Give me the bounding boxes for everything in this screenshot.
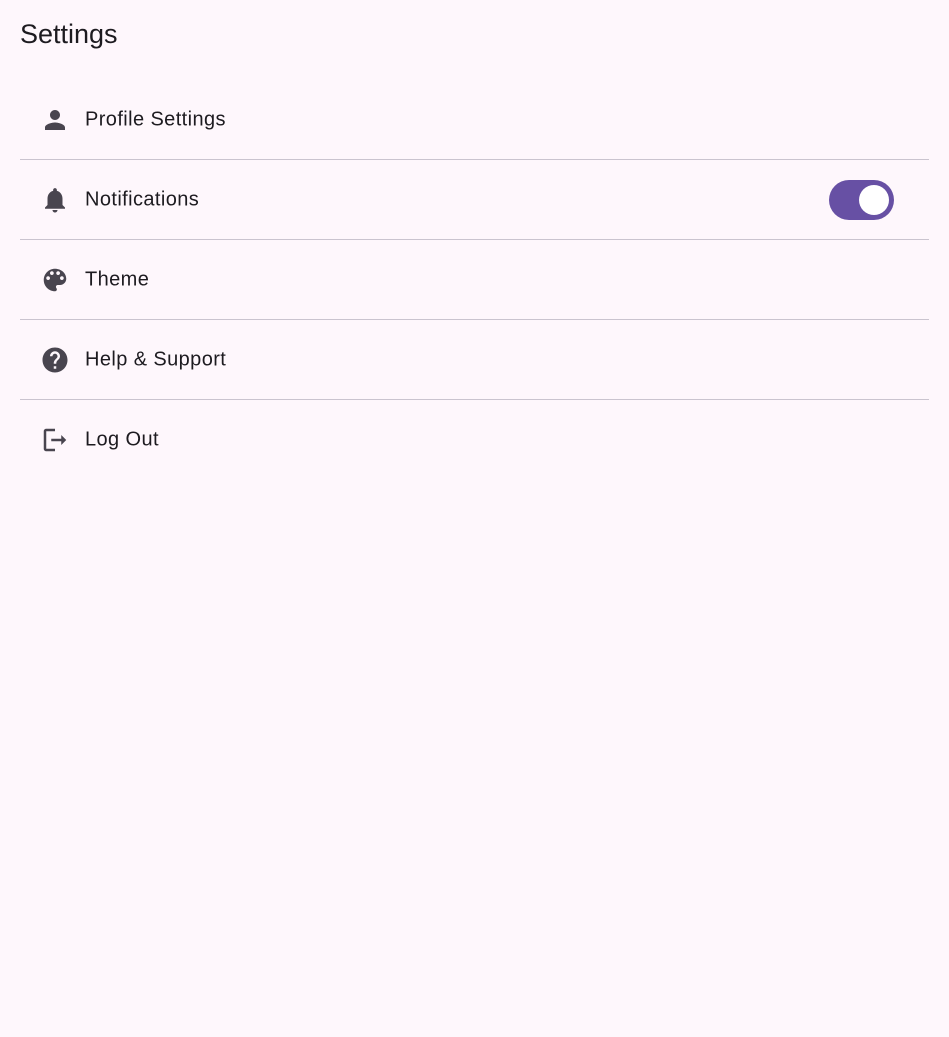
settings-item-notifications[interactable]: Notifications <box>20 160 929 240</box>
settings-item-label: Profile Settings <box>85 108 226 130</box>
settings-item-label: Notifications <box>85 188 200 210</box>
page-title: Settings <box>20 19 118 49</box>
settings-item-label: Theme <box>85 268 150 290</box>
settings-item-help[interactable]: Help & Support <box>20 320 929 400</box>
logout-icon <box>40 425 70 455</box>
bell-icon <box>40 185 70 215</box>
settings-item-logout[interactable]: Log Out <box>20 400 929 479</box>
notifications-toggle[interactable] <box>829 179 894 220</box>
settings-item-profile[interactable]: Profile Settings <box>20 80 929 160</box>
settings-item-label: Log Out <box>85 428 159 450</box>
settings-item-label: Help & Support <box>85 348 227 370</box>
person-icon <box>40 105 70 135</box>
settings-list: Profile Settings Notifications Theme Hel… <box>20 80 929 479</box>
settings-item-theme[interactable]: Theme <box>20 240 929 320</box>
toggle-thumb <box>859 184 889 215</box>
settings-page: Settings Profile Settings Notifications … <box>0 0 949 1037</box>
help-circle-icon <box>40 345 70 375</box>
palette-icon <box>40 265 70 295</box>
